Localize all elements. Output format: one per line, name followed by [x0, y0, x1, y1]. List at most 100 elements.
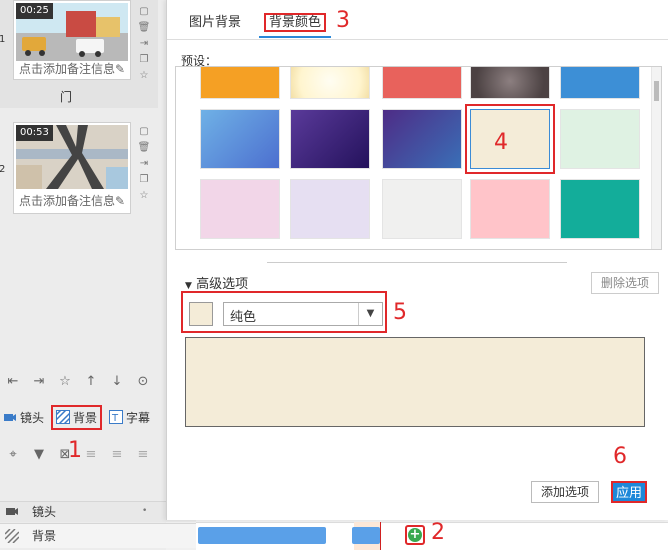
- camera-mode-button[interactable]: 镜头: [0, 407, 47, 428]
- subtitle-mode-button[interactable]: T 字幕: [106, 407, 153, 428]
- background-icon: [4, 528, 20, 546]
- export-icon[interactable]: ⇥: [137, 36, 151, 52]
- slide-2-actions: ▢ 🗑 ⇥ ❐ ☆: [137, 124, 151, 204]
- add-background-button[interactable]: +: [405, 525, 425, 545]
- color-swatch[interactable]: [290, 179, 370, 239]
- plus-icon: +: [408, 527, 422, 542]
- align-right-icon[interactable]: ≡: [104, 447, 130, 462]
- export-icon[interactable]: ⇥: [137, 156, 151, 172]
- slide-label: 门: [60, 90, 73, 104]
- triangle-down-icon: ▼: [185, 281, 192, 291]
- target-icon[interactable]: ⌖: [0, 447, 26, 462]
- slide-duration: 00:25: [16, 3, 53, 19]
- annotation-3: 3: [336, 8, 350, 33]
- color-swatch[interactable]: [382, 179, 462, 239]
- background-dialog: 图片背景 背景颜色 预设： ▼ 高级选项 删除选项 纯色 ▼ 添加选项 应用: [166, 0, 668, 520]
- slide-duration: 00:53: [16, 125, 53, 141]
- delete-icon[interactable]: 🗑: [137, 20, 151, 36]
- color-swatch[interactable]: [560, 67, 640, 99]
- color-chip[interactable]: [189, 302, 213, 326]
- color-swatch[interactable]: [200, 109, 280, 169]
- playhead[interactable]: [380, 522, 381, 550]
- slide-number: 2: [0, 164, 6, 175]
- annotation-5: 5: [393, 300, 407, 325]
- delete-option-button[interactable]: 删除选项: [591, 272, 659, 294]
- edit-icon: ✎: [114, 62, 126, 76]
- advanced-options-label: 高级选项: [196, 277, 249, 292]
- timeline-background-label: 背景: [32, 529, 57, 543]
- timeline-background-row[interactable]: 背景: [0, 523, 196, 548]
- fill-select-group: 纯色 ▼: [181, 291, 387, 333]
- camera-icon: [3, 410, 17, 424]
- dot-icon: •: [142, 506, 148, 516]
- camera-mode-label: 镜头: [20, 410, 45, 425]
- subtitle-mode-label: 字幕: [126, 410, 151, 425]
- color-swatch[interactable]: [560, 179, 640, 239]
- timeline-camera-label: 镜头: [32, 505, 57, 519]
- star-icon[interactable]: ☆: [137, 68, 151, 84]
- background-icon: [55, 409, 71, 425]
- property-toolbar: ⌖ ▼ ⊠ ≡ ≡ ≡: [0, 444, 166, 464]
- color-swatch[interactable]: [560, 109, 640, 169]
- svg-text:T: T: [111, 413, 119, 424]
- chevron-down-icon[interactable]: ▼: [358, 303, 382, 325]
- scrollbar[interactable]: [651, 67, 661, 249]
- color-swatch[interactable]: [465, 104, 555, 174]
- subtitle-icon: T: [109, 410, 124, 424]
- tab-background-color[interactable]: 背景颜色: [259, 11, 331, 38]
- background-mode-label: 背景: [73, 410, 98, 425]
- import-icon[interactable]: ⇤: [0, 374, 26, 389]
- slide-toolbar: ⇤ ⇥ ☆ ↑ ↓ ⊙: [0, 370, 166, 392]
- move-down-icon[interactable]: ↓: [104, 374, 130, 389]
- annotation-1: 1: [68, 438, 82, 463]
- slide-panel: 1 00:25 点击添加备注信息✎ ▢ 🗑 ⇥ ❐ ☆ 门 2 00:53 点击…: [0, 0, 166, 550]
- background-clip-1[interactable]: [198, 527, 326, 544]
- color-swatch[interactable]: [200, 67, 280, 99]
- more-icon[interactable]: ⊙: [130, 374, 156, 389]
- edit-icon: ✎: [114, 194, 126, 208]
- slide-note[interactable]: 点击添加备注信息✎: [14, 59, 130, 79]
- color-swatch[interactable]: [290, 109, 370, 169]
- color-swatch[interactable]: [470, 179, 550, 239]
- add-option-button[interactable]: 添加选项: [531, 481, 599, 503]
- divider: [267, 262, 567, 263]
- color-swatch[interactable]: [290, 67, 370, 99]
- camera-icon: [5, 504, 19, 521]
- tab-background-color-label: 背景颜色: [263, 13, 326, 32]
- fill-type-dropdown[interactable]: 纯色 ▼: [223, 302, 383, 326]
- copy-icon[interactable]: ▢: [137, 4, 151, 20]
- slide-note[interactable]: 点击添加备注信息✎: [14, 191, 130, 211]
- color-swatch[interactable]: [382, 67, 462, 99]
- delete-icon[interactable]: 🗑: [137, 140, 151, 156]
- duplicate-icon[interactable]: ❐: [137, 172, 151, 188]
- duplicate-icon[interactable]: ❐: [137, 52, 151, 68]
- preset-swatch-grid: [175, 66, 662, 250]
- slide-card-1[interactable]: 00:25 点击添加备注信息✎: [13, 0, 131, 80]
- apply-button[interactable]: 应用: [611, 481, 647, 503]
- annotation-2: 2: [431, 520, 445, 545]
- move-up-icon[interactable]: ↑: [78, 374, 104, 389]
- scrollbar-thumb[interactable]: [654, 81, 659, 101]
- fill-type-value: 纯色: [230, 310, 257, 325]
- align-bottom-icon[interactable]: ≡: [130, 447, 156, 462]
- color-swatch[interactable]: [470, 67, 550, 99]
- color-swatch[interactable]: [382, 109, 462, 169]
- export-icon[interactable]: ⇥: [26, 374, 52, 389]
- mode-tabs: 镜头 背景 T 字幕: [0, 404, 166, 430]
- background-mode-button[interactable]: 背景: [51, 404, 103, 430]
- advanced-options-toggle[interactable]: ▼ 高级选项: [185, 273, 248, 292]
- star-icon[interactable]: ☆: [52, 374, 78, 389]
- slide-1-actions: ▢ 🗑 ⇥ ❐ ☆: [137, 4, 151, 84]
- background-clip-2[interactable]: [352, 527, 380, 544]
- filter-icon[interactable]: ▼: [26, 447, 52, 462]
- star-icon[interactable]: ☆: [137, 188, 151, 204]
- annotation-4: 4: [494, 130, 508, 155]
- color-swatch[interactable]: [200, 179, 280, 239]
- tab-image-background[interactable]: 图片背景: [189, 11, 241, 30]
- slide-card-2[interactable]: 00:53 点击添加备注信息✎: [13, 122, 131, 214]
- selected-swatch-highlight: [465, 104, 555, 174]
- color-preview: [185, 337, 645, 427]
- copy-icon[interactable]: ▢: [137, 124, 151, 140]
- annotation-6: 6: [613, 444, 627, 469]
- slide-thumbnail: 00:25: [16, 3, 128, 61]
